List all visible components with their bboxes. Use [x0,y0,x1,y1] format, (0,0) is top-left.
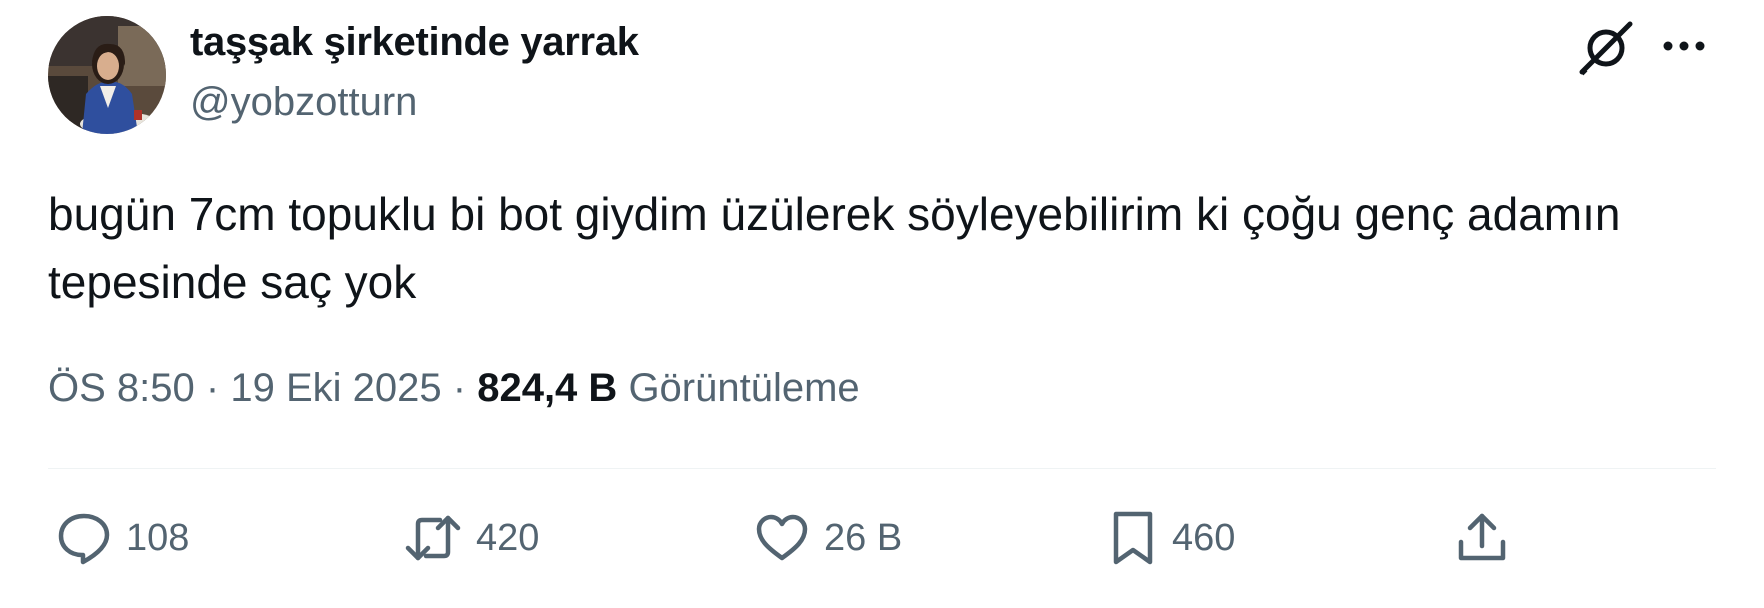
tweet-date[interactable]: 19 Eki 2025 [230,366,441,410]
share-button[interactable] [1454,508,1510,568]
avatar-image [48,16,166,134]
display-name[interactable]: taşşak şirketinde yarrak [190,20,639,65]
views-count[interactable]: 824,4 B [477,366,617,410]
divider [48,468,1716,469]
tweet-text: bugün 7cm topuklu bi bot giydim üzülerek… [48,188,1621,308]
tweet-time[interactable]: ÖS 8:50 [48,366,195,410]
meta-separator: · [205,366,220,410]
repost-icon [405,515,461,561]
bookmark-button[interactable]: 460 [1108,508,1235,568]
like-count: 26 B [824,516,903,559]
reply-button[interactable]: 108 [56,508,189,568]
share-icon [1458,513,1506,561]
meta-separator: · [452,366,467,410]
grok-icon[interactable] [1576,20,1636,76]
bookmark-count: 460 [1172,516,1236,559]
tweet-meta: ÖS 8:50 · 19 Eki 2025 · 824,4 B Görüntül… [48,366,860,411]
tweet-card: taşşak şirketinde yarrak @yobzotturn bug… [0,0,1764,608]
repost-button[interactable]: 420 [404,508,539,568]
views-label: Görüntüleme [628,366,860,410]
heart-icon [756,514,808,561]
repost-count: 420 [476,516,540,559]
reply-count: 108 [126,516,190,559]
bookmark-icon [1113,511,1153,565]
avatar[interactable] [48,16,166,134]
user-handle[interactable]: @yobzotturn [190,80,417,125]
like-button[interactable]: 26 B [754,508,902,568]
more-icon[interactable] [1660,28,1708,64]
reply-icon [58,513,110,565]
